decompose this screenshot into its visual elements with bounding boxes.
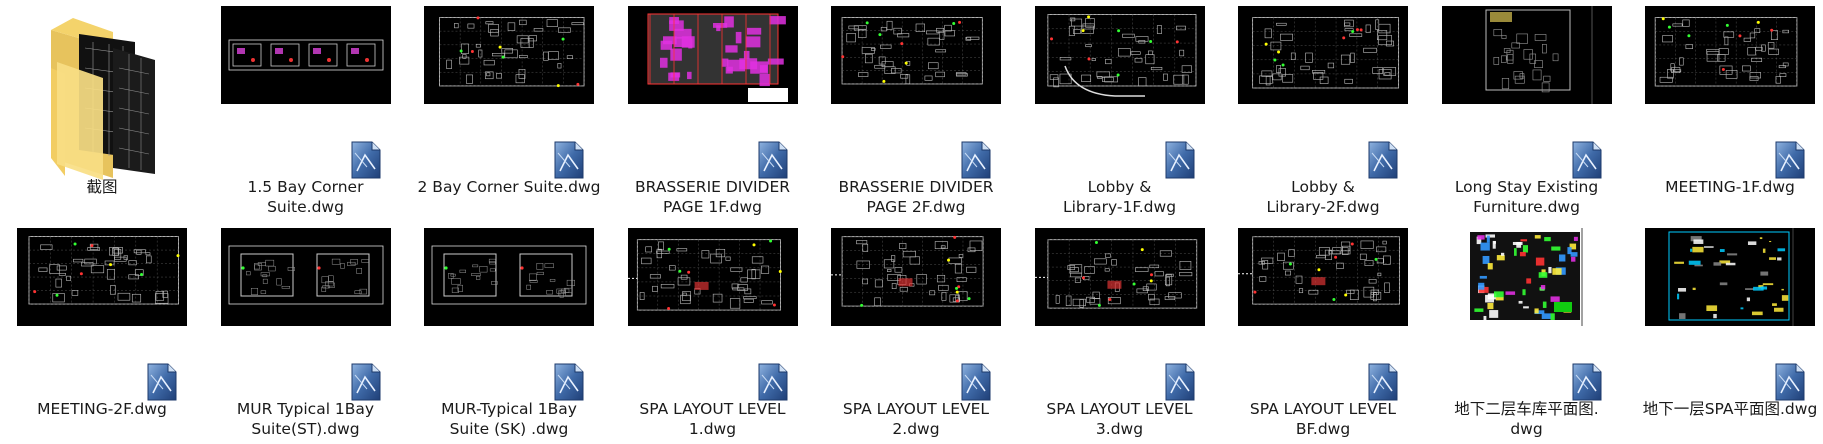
dwg-preview-thumbnail: [1441, 228, 1612, 326]
dwg-file-icon: [758, 141, 788, 179]
file-item[interactable]: SPA LAYOUT LEVEL 2.dwg: [821, 222, 1024, 444]
dwg-file-icon: [1775, 141, 1805, 179]
file-item[interactable]: BRASSERIE DIVIDER PAGE 1F.dwg: [618, 0, 821, 222]
file-name-label: SPA LAYOUT LEVEL 3.dwg: [1046, 400, 1193, 438]
dwg-file-icon: [351, 363, 381, 401]
dwg-preview-thumbnail: [1238, 6, 1408, 104]
file-name-label: MEETING-1F.dwg: [1665, 178, 1795, 196]
folder-icon: [43, 8, 163, 180]
file-name-label: Long Stay Existing Furniture.dwg: [1454, 178, 1599, 216]
dwg-file-icon: [351, 141, 381, 179]
dwg-preview-thumbnail: [1645, 6, 1815, 104]
file-item[interactable]: BRASSERIE DIVIDER PAGE 2F.dwg: [821, 0, 1024, 222]
dwg-preview-thumbnail: [1034, 228, 1205, 326]
file-item[interactable]: MEETING-2F.dwg: [7, 222, 210, 444]
dwg-file-icon: [1368, 141, 1398, 179]
file-name-label: MEETING-2F.dwg: [37, 400, 167, 418]
dwg-preview-thumbnail: [17, 228, 187, 326]
file-item[interactable]: SPA LAYOUT LEVEL 1.dwg: [618, 222, 821, 444]
dwg-file-icon: [1775, 363, 1805, 401]
dwg-preview-thumbnail: [220, 228, 391, 326]
file-item[interactable]: MUR Typical 1Bay Suite(ST).dwg: [211, 222, 414, 444]
dwg-preview-thumbnail: [1441, 6, 1612, 104]
file-name-label: SPA LAYOUT LEVEL 2.dwg: [842, 400, 990, 438]
folder-item[interactable]: 截图: [7, 0, 210, 222]
file-item[interactable]: 地下一层SPA平面图.dwg: [1635, 222, 1823, 444]
dwg-file-icon: [758, 363, 788, 401]
dwg-preview-thumbnail: [1238, 228, 1408, 326]
dwg-file-icon: [554, 141, 584, 179]
file-name-label: Lobby & Library-1F.dwg: [1062, 178, 1177, 216]
file-name-label: Lobby & Library-2F.dwg: [1266, 178, 1380, 216]
file-name-label: SPA LAYOUT LEVEL 1.dwg: [639, 400, 786, 438]
dwg-file-icon: [554, 363, 584, 401]
dwg-file-icon: [1368, 363, 1398, 401]
file-name-label: SPA LAYOUT LEVEL BF.dwg: [1249, 400, 1397, 438]
dwg-preview-thumbnail: [1034, 6, 1205, 104]
file-grid: 截图 1.5 Bay Corner Suite.dwg 2 Bay Corner…: [0, 0, 1823, 444]
dwg-preview-thumbnail: [220, 6, 391, 104]
dwg-file-icon: [961, 141, 991, 179]
file-name-label: 1.5 Bay Corner Suite.dwg: [247, 178, 364, 216]
file-name-label: MUR-Typical 1Bay Suite (SK) .dwg: [441, 400, 577, 438]
file-item[interactable]: Long Stay Existing Furniture.dwg: [1432, 0, 1635, 222]
dwg-preview-thumbnail: [627, 6, 798, 104]
dwg-file-icon: [1165, 363, 1195, 401]
file-item[interactable]: MUR-Typical 1Bay Suite (SK) .dwg: [414, 222, 617, 444]
file-item[interactable]: 地下二层车库平面图. dwg: [1432, 222, 1635, 444]
dwg-file-icon: [1572, 141, 1602, 179]
file-name-label: 地下二层车库平面图. dwg: [1454, 400, 1599, 438]
file-name-label: 截图: [86, 178, 118, 196]
file-name-label: MUR Typical 1Bay Suite(ST).dwg: [236, 400, 375, 438]
file-item[interactable]: Lobby & Library-2F.dwg: [1228, 0, 1431, 222]
file-item[interactable]: 2 Bay Corner Suite.dwg: [414, 0, 617, 222]
dwg-file-icon: [961, 363, 991, 401]
dwg-file-icon: [147, 363, 177, 401]
dwg-file-icon: [1572, 363, 1602, 401]
dwg-preview-thumbnail: [831, 228, 1001, 326]
dwg-file-icon: [1165, 141, 1195, 179]
file-name-label: 2 Bay Corner Suite.dwg: [417, 178, 601, 196]
file-name-label: 地下一层SPA平面图.dwg: [1642, 400, 1818, 418]
file-name-label: BRASSERIE DIVIDER PAGE 2F.dwg: [838, 178, 994, 216]
dwg-preview-thumbnail: [831, 6, 1001, 104]
file-item[interactable]: Lobby & Library-1F.dwg: [1025, 0, 1228, 222]
file-item[interactable]: SPA LAYOUT LEVEL BF.dwg: [1228, 222, 1431, 444]
dwg-preview-thumbnail: [424, 6, 594, 104]
file-item[interactable]: MEETING-1F.dwg: [1635, 0, 1823, 222]
dwg-preview-thumbnail: [1645, 228, 1815, 326]
file-item[interactable]: 1.5 Bay Corner Suite.dwg: [211, 0, 414, 222]
file-item[interactable]: SPA LAYOUT LEVEL 3.dwg: [1025, 222, 1228, 444]
file-name-label: BRASSERIE DIVIDER PAGE 1F.dwg: [634, 178, 791, 216]
dwg-preview-thumbnail: [424, 228, 594, 326]
dwg-preview-thumbnail: [627, 228, 798, 326]
